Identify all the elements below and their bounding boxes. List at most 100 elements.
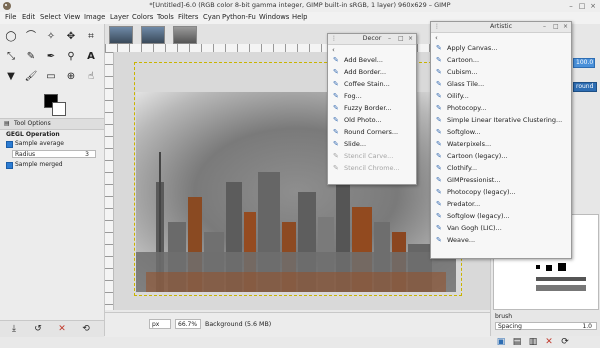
menu-item-photocopy-legacy[interactable]: ✎ Photocopy (legacy)... xyxy=(431,186,571,198)
menu-item-oilify[interactable]: ✎ Oilify... xyxy=(431,90,571,102)
menu-help[interactable]: Help xyxy=(292,13,308,21)
menu-item-cartoon-legacy[interactable]: ✎ Cartoon (legacy)... xyxy=(431,150,571,162)
transform-icon[interactable]: ⤡ xyxy=(4,50,18,64)
close-icon[interactable]: × xyxy=(563,23,568,30)
menu-item-apply-canvas[interactable]: ✎ Apply Canvas... xyxy=(431,42,571,54)
lasso-icon[interactable]: ⌒ xyxy=(24,30,38,44)
crop-icon[interactable]: ⌗ xyxy=(84,30,98,44)
menu-item-slide[interactable]: ✎ Slide... xyxy=(328,138,416,150)
ellipse-select-icon[interactable]: ◯ xyxy=(4,30,18,44)
smudge-icon[interactable]: ☝ xyxy=(84,70,98,84)
sample-merged-checkbox[interactable] xyxy=(6,162,13,169)
sample-average-checkbox[interactable] xyxy=(6,141,13,148)
menu-item-cubism[interactable]: ✎ Cubism... xyxy=(431,66,571,78)
reset-options-icon[interactable]: ⟲ xyxy=(80,323,92,335)
clone-icon[interactable]: ⊕ xyxy=(64,70,78,84)
menu-file[interactable]: File xyxy=(5,13,16,21)
filter-icon: ✎ xyxy=(436,200,442,208)
menu-edit[interactable]: Edit xyxy=(22,13,35,21)
image-thumbnail-2[interactable] xyxy=(141,26,165,44)
unit-select[interactable]: px xyxy=(149,319,171,329)
menu-item-old-photo[interactable]: ✎ Old Photo... xyxy=(328,114,416,126)
maximize-icon[interactable]: □ xyxy=(577,1,587,11)
menu-item-photocopy[interactable]: ✎ Photocopy... xyxy=(431,102,571,114)
menu-item-waterpixels[interactable]: ✎ Waterpixels... xyxy=(431,138,571,150)
menu-item-fog[interactable]: ✎ Fog... xyxy=(328,90,416,102)
filter-icon: ✎ xyxy=(436,236,442,244)
menu-python-fu[interactable]: Python-Fu xyxy=(222,13,256,21)
status-info: Background (5.6 MB) xyxy=(205,321,272,328)
artistic-menu-header: ⋮ Artistic – □ × xyxy=(431,22,571,33)
brush-duplicate-icon[interactable]: ▥ xyxy=(527,336,539,348)
background-color-swatch[interactable] xyxy=(52,102,66,116)
menu-image[interactable]: Image xyxy=(84,13,105,21)
menu-item-add-bevel[interactable]: ✎ Add Bevel... xyxy=(328,54,416,66)
brush-delete-icon[interactable]: ✕ xyxy=(543,336,555,348)
text-icon[interactable]: A xyxy=(84,50,98,64)
toolbox: ◯ ⌒ ✧ ✥ ⌗ ⤡ ✎ ✒ ⚲ A ▼ 🖌 ▭ ⊕ ☝ ▤ Tool Opt… xyxy=(0,24,105,337)
menu-colors[interactable]: Colors xyxy=(132,13,153,21)
brush-refresh-icon[interactable]: ⟳ xyxy=(559,336,571,348)
menu-item-weave[interactable]: ✎ Weave... xyxy=(431,234,571,246)
brush-new-icon[interactable]: ▤ xyxy=(511,336,523,348)
menu-item-coffee-stain[interactable]: ✎ Coffee Stain... xyxy=(328,78,416,90)
fuzzy-select-icon[interactable]: ✧ xyxy=(44,30,58,44)
close-icon[interactable]: × xyxy=(408,35,413,42)
radius-field[interactable]: Radius 3 xyxy=(12,150,96,158)
menu-item-van-gogh[interactable]: ✎ Van Gogh (LIC)... xyxy=(431,222,571,234)
warp-icon[interactable]: ✎ xyxy=(24,50,38,64)
window-title: *[Untitled]-6.0 (RGB color 8-bit gamma i… xyxy=(149,1,451,9)
filter-icon: ✎ xyxy=(436,224,442,232)
image-thumbnail-3[interactable] xyxy=(173,26,197,44)
maximize-icon[interactable]: □ xyxy=(553,23,559,30)
menu-item-add-border[interactable]: ✎ Add Border... xyxy=(328,66,416,78)
menu-select[interactable]: Select xyxy=(40,13,61,21)
zoom-select[interactable]: 66.7% xyxy=(175,319,201,329)
menu-item-clothify[interactable]: ✎ Clothify... xyxy=(431,162,571,174)
tool-options-tab[interactable]: Tool Options xyxy=(14,120,51,127)
menu-view[interactable]: View xyxy=(64,13,80,21)
spacing-field[interactable]: Spacing 1.0 xyxy=(495,322,597,330)
paintbrush-icon[interactable]: 🖌 xyxy=(24,70,38,84)
close-icon[interactable]: × xyxy=(588,1,598,11)
menu-item-slic[interactable]: ✎ Simple Linear Iterative Clustering... xyxy=(431,114,571,126)
tool-options-tab-bar: ▤ Tool Options xyxy=(0,118,104,130)
round-brush-label[interactable]: round xyxy=(573,82,597,92)
eraser-icon[interactable]: ▭ xyxy=(44,70,58,84)
filter-icon: ✎ xyxy=(436,152,442,160)
minimize-icon[interactable]: – xyxy=(543,23,546,30)
filter-icon: ✎ xyxy=(436,188,442,196)
menu-item-predator[interactable]: ✎ Predator... xyxy=(431,198,571,210)
image-thumbnail-1[interactable] xyxy=(109,26,133,44)
spacing-label: Spacing xyxy=(498,323,522,330)
back-arrow-icon[interactable]: ‹ xyxy=(435,34,438,42)
menu-item-softglow-legacy[interactable]: ✎ Softglow (legacy)... xyxy=(431,210,571,222)
move-icon[interactable]: ✥ xyxy=(64,30,78,44)
opacity-field[interactable]: 100.0 xyxy=(573,58,595,68)
menu-item-softglow[interactable]: ✎ Softglow... xyxy=(431,126,571,138)
color-picker-icon[interactable]: ⚲ xyxy=(64,50,78,64)
menu-tools[interactable]: Tools xyxy=(157,13,174,21)
menu-filters[interactable]: Filters xyxy=(178,13,198,21)
sample-average-label: Sample average xyxy=(15,140,64,147)
menu-item-glass-tile[interactable]: ✎ Glass Tile... xyxy=(431,78,571,90)
brush-edit-icon[interactable]: ▣ xyxy=(495,336,507,348)
filter-icon: ✎ xyxy=(333,140,339,148)
delete-preset-icon[interactable]: ✕ xyxy=(56,323,68,335)
back-arrow-icon[interactable]: ‹ xyxy=(332,46,335,54)
menu-cyan[interactable]: Cyan xyxy=(203,13,220,21)
menu-layer[interactable]: Layer xyxy=(110,13,129,21)
menu-windows[interactable]: Windows xyxy=(259,13,289,21)
menu-item-fuzzy-border[interactable]: ✎ Fuzzy Border... xyxy=(328,102,416,114)
bucket-fill-icon[interactable]: ▼ xyxy=(4,70,18,84)
menu-item-round-corners[interactable]: ✎ Round Corners... xyxy=(328,126,416,138)
minimize-icon[interactable]: – xyxy=(566,1,576,11)
paths-icon[interactable]: ✒ xyxy=(44,50,58,64)
restore-preset-icon[interactable]: ↺ xyxy=(32,323,44,335)
maximize-icon[interactable]: □ xyxy=(398,35,404,42)
menu-item-gimpressionist[interactable]: ✎ GIMPressionist... xyxy=(431,174,571,186)
vertical-ruler[interactable] xyxy=(105,52,114,310)
save-preset-icon[interactable]: ⤓ xyxy=(8,323,20,335)
minimize-icon[interactable]: – xyxy=(388,35,391,42)
menu-item-cartoon[interactable]: ✎ Cartoon... xyxy=(431,54,571,66)
